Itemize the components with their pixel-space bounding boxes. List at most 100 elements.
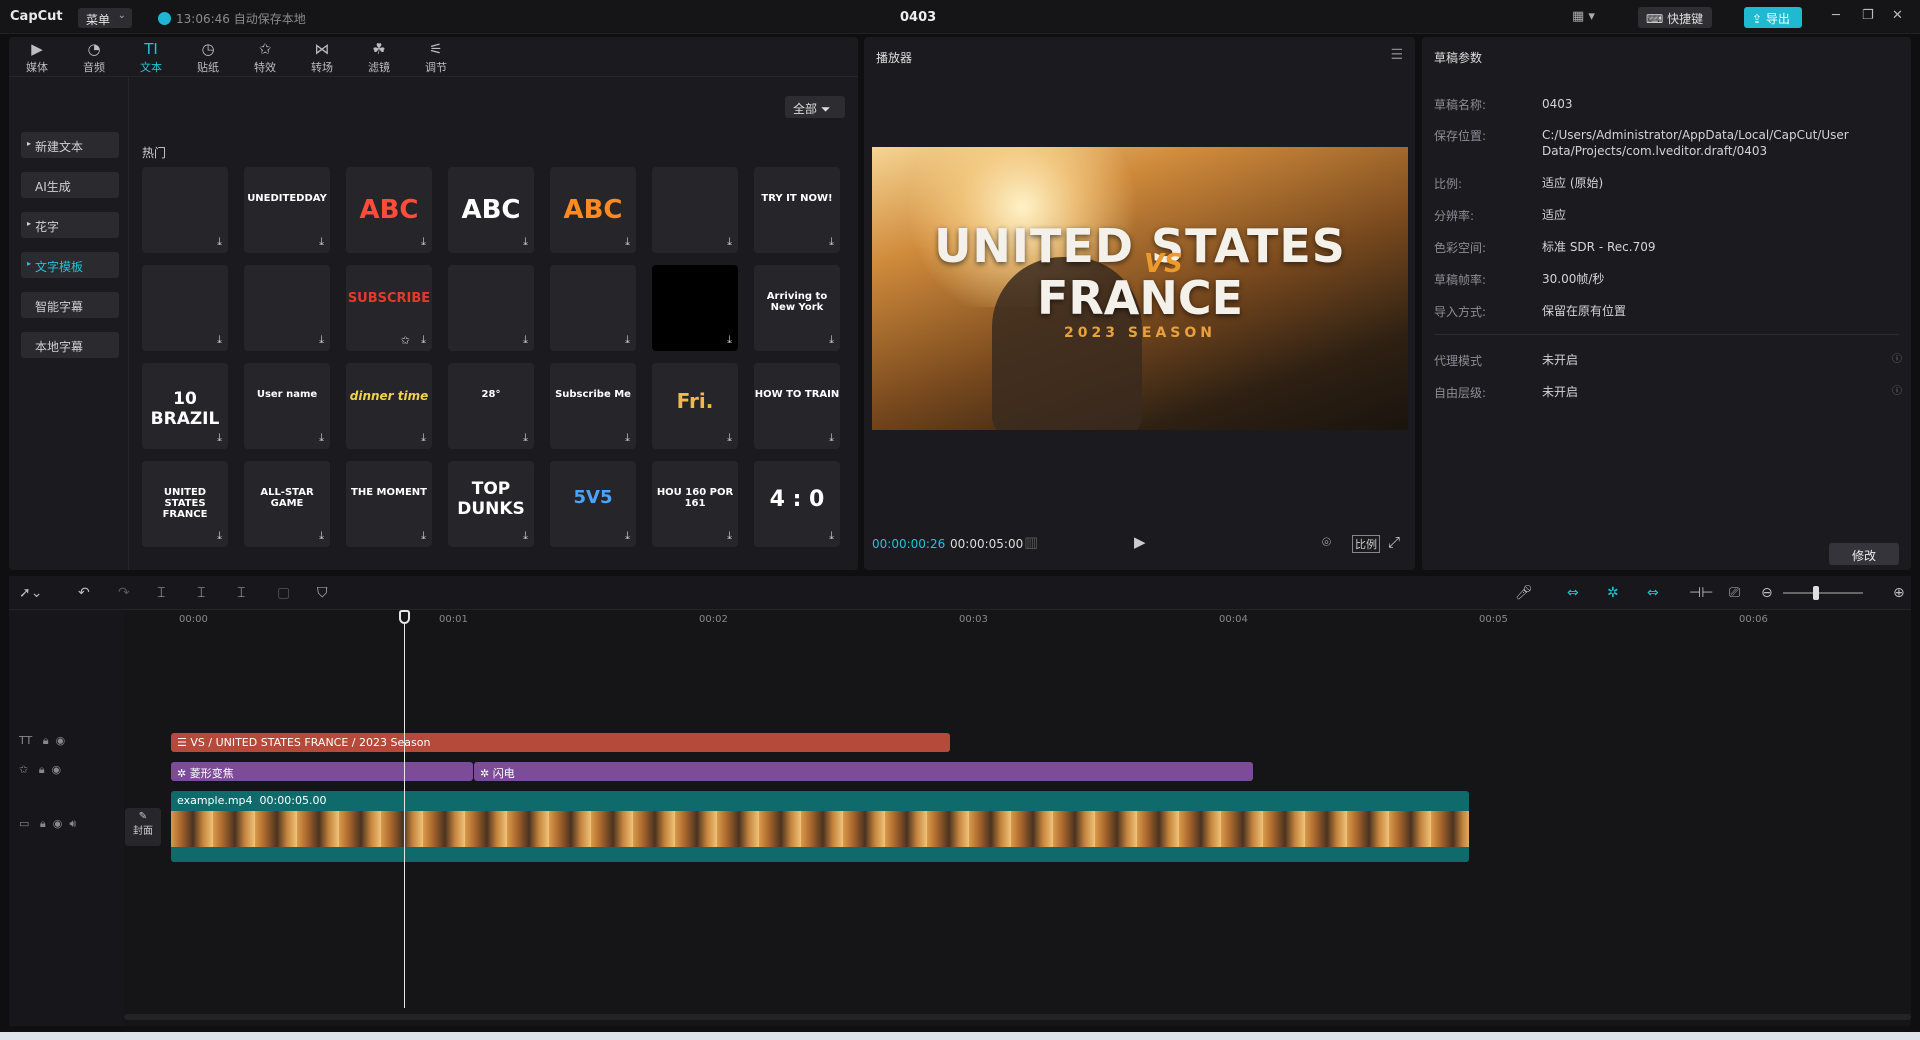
template-card[interactable]: ⤓ <box>550 265 636 351</box>
linkage-icon[interactable]: ⇔ <box>1647 585 1659 601</box>
trim-left-icon[interactable]: ⌶ <box>197 585 205 601</box>
download-icon[interactable]: ⤓ <box>217 431 222 445</box>
template-card[interactable]: ABC ⤓ <box>346 167 432 253</box>
text-clip[interactable]: ☰ VS / UNITED STATES FRANCE / 2023 Seaso… <box>171 733 950 752</box>
video-preview[interactable]: UNITED STATES VS FRANCE 2023 SEASON <box>872 147 1408 430</box>
zoom-out-icon[interactable]: ⊖ <box>1761 585 1773 601</box>
effect-clip[interactable]: ✲ 闪电 <box>474 762 1253 781</box>
close-icon[interactable]: ✕ <box>1892 8 1903 23</box>
template-card[interactable]: ABC ⤓ <box>448 167 534 253</box>
undo-icon[interactable]: ↶ <box>78 585 90 601</box>
template-card[interactable]: HOW TO TRAIN ⤓ <box>754 363 840 449</box>
download-icon[interactable]: ⤓ <box>319 333 324 347</box>
template-card[interactable]: Fri. ⤓ <box>652 363 738 449</box>
delete-icon[interactable]: ▢ <box>277 585 290 601</box>
template-card[interactable]: ⤓ <box>448 265 534 351</box>
fullscreen-icon[interactable]: ⤢ <box>1388 533 1400 551</box>
download-icon[interactable]: ⤓ <box>421 529 426 543</box>
zoom-slider-handle[interactable] <box>1813 586 1819 600</box>
template-card[interactable]: HOU 160 POR 161 ⤓ <box>652 461 738 547</box>
template-card[interactable]: ⤓ <box>652 265 738 351</box>
video-clip[interactable]: example.mp4 00:00:05.00 <box>171 791 1469 862</box>
download-icon[interactable]: ⤓ <box>319 529 324 543</box>
download-icon[interactable]: ⤓ <box>421 235 426 249</box>
tool-audio[interactable]: ◔ 音频 <box>72 39 116 77</box>
template-card[interactable]: ⤓ <box>142 265 228 351</box>
time-ruler[interactable]: 00:00 00:01 00:02 00:03 00:04 00:05 00:0… <box>124 610 1911 632</box>
help-icon[interactable]: ⓘ <box>1892 382 1902 397</box>
timeline-scrollbar[interactable] <box>124 1014 1911 1020</box>
preview-axis-icon[interactable]: ⊣⊢ <box>1689 585 1713 601</box>
category-new-text[interactable]: ▸ 新建文本 <box>21 132 119 158</box>
template-card[interactable]: ABC ⤓ <box>550 167 636 253</box>
download-icon[interactable]: ⤓ <box>625 529 630 543</box>
tool-text[interactable]: TI 文本 <box>129 39 173 77</box>
download-icon[interactable]: ⤓ <box>217 235 222 249</box>
help-icon[interactable]: ⓘ <box>1892 350 1902 365</box>
download-icon[interactable]: ⤓ <box>217 333 222 347</box>
template-card[interactable]: 4 : 0 ⤓ <box>754 461 840 547</box>
tool-effects[interactable]: ✩ 特效 <box>243 39 287 77</box>
download-icon[interactable]: ⤓ <box>421 431 426 445</box>
monitor-icon[interactable]: ⎚ <box>1729 585 1740 601</box>
category-fancy-text[interactable]: ▸ 花字 <box>21 212 119 238</box>
modify-button[interactable]: 修改 <box>1829 543 1899 565</box>
download-icon[interactable]: ⤓ <box>625 235 630 249</box>
template-card[interactable]: UNITED STATES FRANCE ⤓ <box>142 461 228 547</box>
download-icon[interactable]: ⤓ <box>829 333 834 347</box>
template-card[interactable]: 5V5 ⤓ <box>550 461 636 547</box>
download-icon[interactable]: ⤓ <box>625 333 630 347</box>
download-icon[interactable]: ⤓ <box>625 431 630 445</box>
download-icon[interactable]: ⤓ <box>829 235 834 249</box>
menu-button[interactable]: 菜单 ⌄ <box>78 8 132 28</box>
download-icon[interactable]: ⤓ <box>421 333 426 347</box>
minimize-icon[interactable]: ─ <box>1832 8 1840 23</box>
template-card[interactable]: ⤓ <box>142 167 228 253</box>
shield-icon[interactable]: ⛉ <box>317 585 328 601</box>
layout-switch-icon[interactable]: ▦ ▾ <box>1572 9 1595 24</box>
template-card[interactable]: dinner time ⤓ <box>346 363 432 449</box>
hamburger-menu-icon[interactable]: ☰ <box>1390 47 1403 63</box>
filter-dropdown[interactable]: 全部 ⏷ <box>785 96 845 118</box>
template-card[interactable]: Subscribe Me ⤓ <box>550 363 636 449</box>
play-button[interactable]: ▶ <box>1134 533 1146 551</box>
template-card[interactable]: THE MOMENT ⤓ <box>346 461 432 547</box>
download-icon[interactable]: ⤓ <box>829 529 834 543</box>
playhead[interactable] <box>399 610 410 1008</box>
zoom-slider[interactable] <box>1783 592 1863 594</box>
ratio-button[interactable]: 比例 <box>1352 535 1380 553</box>
maximize-icon[interactable]: ❐ <box>1862 8 1874 23</box>
template-card[interactable]: UNEDITEDDAY ⤓ <box>244 167 330 253</box>
template-card[interactable]: ⤓ <box>244 265 330 351</box>
template-card[interactable]: TRY IT NOW! ⤓ <box>754 167 840 253</box>
template-card[interactable]: 10 BRAZIL ⤓ <box>142 363 228 449</box>
microphone-icon[interactable]: 🎤︎ <box>1515 585 1533 601</box>
playhead-handle[interactable] <box>399 610 410 624</box>
screenshot-icon[interactable]: ⌾ <box>1322 533 1331 551</box>
main-track-magnet-icon[interactable]: ⇔ <box>1567 585 1579 601</box>
download-icon[interactable]: ⤓ <box>829 431 834 445</box>
category-ai[interactable]: AI生成 <box>21 172 119 198</box>
category-local-captions[interactable]: 本地字幕 <box>21 332 119 358</box>
trim-right-icon[interactable]: ⌶ <box>237 585 245 601</box>
category-text-templates[interactable]: ▸ 文字模板 <box>21 252 119 278</box>
download-icon[interactable]: ⤓ <box>523 235 528 249</box>
redo-icon[interactable]: ↷ <box>118 585 130 601</box>
template-card[interactable]: ALL-STAR GAME ⤓ <box>244 461 330 547</box>
download-icon[interactable]: ⤓ <box>727 333 732 347</box>
download-icon[interactable]: ⤓ <box>727 529 732 543</box>
tool-sticker[interactable]: ◷ 贴纸 <box>186 39 230 77</box>
tool-filter[interactable]: ☘ 滤镜 <box>357 39 401 77</box>
cover-button[interactable]: ✎ 封面 <box>125 808 161 846</box>
tool-transition[interactable]: ⋈ 转场 <box>300 39 344 77</box>
favorite-icon[interactable]: ✩ <box>401 334 410 347</box>
category-auto-captions[interactable]: 智能字幕 <box>21 292 119 318</box>
effect-clip[interactable]: ✲ 菱形变焦 <box>171 762 473 781</box>
template-card[interactable]: ⤓ <box>652 167 738 253</box>
download-icon[interactable]: ⤓ <box>727 431 732 445</box>
template-card[interactable]: SUBSCRIBE ✩ ⤓ <box>346 265 432 351</box>
template-card[interactable]: User name ⤓ <box>244 363 330 449</box>
download-icon[interactable]: ⤓ <box>217 529 222 543</box>
download-icon[interactable]: ⤓ <box>523 529 528 543</box>
tool-adjust[interactable]: ⚟ 调节 <box>414 39 458 77</box>
